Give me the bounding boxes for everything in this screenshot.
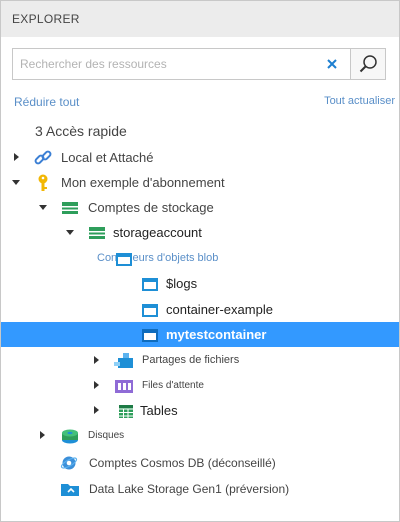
collapse-all-link[interactable]: Réduire tout — [14, 95, 79, 109]
table-icon — [118, 402, 136, 420]
search-input[interactable] — [13, 49, 313, 79]
expand-icon[interactable] — [14, 153, 19, 161]
expand-icon[interactable] — [94, 381, 99, 389]
cosmos-db-icon — [60, 454, 78, 472]
tree-item-file-shares[interactable]: Partages de fichiers — [1, 348, 399, 373]
tree-item-label: container-example — [166, 302, 273, 317]
blob-container-icon — [141, 301, 159, 319]
search-box — [12, 48, 386, 80]
tree-item-container-selected[interactable]: mytestcontainer — [1, 322, 399, 347]
tree-item-label: Comptes Cosmos DB (déconseillé) — [89, 456, 276, 470]
tree-item-disks[interactable]: Disques — [1, 423, 399, 448]
refresh-all-link[interactable]: Tout actualiser — [324, 95, 395, 107]
tree-item-data-lake[interactable]: Data Lake Storage Gen1 (préversion) — [1, 476, 399, 501]
expand-icon[interactable] — [94, 406, 99, 414]
search-button[interactable] — [350, 48, 386, 80]
tree-item-storage-accounts[interactable]: Comptes de stockage — [1, 195, 399, 220]
tree-item-label: Mon exemple d'abonnement — [61, 175, 225, 190]
tree-item-label: 3 Accès rapide — [35, 123, 127, 139]
key-icon — [34, 174, 52, 192]
tree-item-label: storageaccount — [113, 225, 202, 240]
tree-item-tables[interactable]: Tables — [1, 398, 399, 423]
blob-container-icon — [141, 275, 159, 293]
tree-item-quick-access[interactable]: 3 Accès rapide — [1, 119, 399, 144]
blob-container-icon — [115, 250, 133, 268]
tree-item-label: Comptes de stockage — [88, 200, 214, 215]
storage-account-icon — [88, 224, 106, 242]
tree-item-blob-containers[interactable]: Conteneurs d'objets blob — [1, 246, 399, 271]
tree-item-label: Data Lake Storage Gen1 (préversion) — [89, 482, 290, 496]
tree-item-local-attached[interactable]: Local et Attaché — [1, 145, 399, 170]
tree-item-container[interactable]: $logs — [1, 271, 399, 296]
tree-item-queues[interactable]: Files d'attente — [1, 373, 399, 398]
tree-item-label: $logs — [166, 276, 198, 291]
tree-item-label: Local et Attaché — [61, 150, 154, 165]
link-icon — [34, 149, 52, 167]
tree-item-label: mytestcontainer — [166, 327, 267, 342]
tree-item-label: Files d'attente — [142, 380, 204, 391]
disk-icon — [60, 427, 78, 445]
collapse-icon[interactable] — [66, 230, 74, 235]
file-share-icon — [114, 352, 133, 370]
blob-container-icon — [141, 326, 159, 344]
storage-account-icon — [61, 199, 79, 217]
tree-item-storageaccount[interactable]: storageaccount — [1, 220, 399, 245]
tree-item-label: Partages de fichiers — [142, 354, 240, 366]
expand-icon[interactable] — [40, 431, 45, 439]
panel-header: EXPLORER — [1, 1, 399, 37]
collapse-icon[interactable] — [12, 180, 20, 185]
collapse-icon[interactable] — [39, 205, 47, 210]
panel-title: EXPLORER — [12, 12, 80, 26]
tree-item-subscription[interactable]: Mon exemple d'abonnement — [1, 170, 399, 195]
tree-item-cosmos-db[interactable]: Comptes Cosmos DB (déconseillé) — [1, 450, 399, 475]
expand-icon[interactable] — [94, 356, 99, 364]
clear-icon[interactable] — [323, 55, 341, 73]
data-lake-icon — [60, 480, 79, 498]
queue-icon — [114, 377, 133, 395]
tree-item-label: Tables — [140, 403, 178, 418]
tree-item-label: Disques — [88, 430, 125, 441]
search-icon — [359, 55, 377, 73]
tree-item-container[interactable]: container-example — [1, 297, 399, 322]
